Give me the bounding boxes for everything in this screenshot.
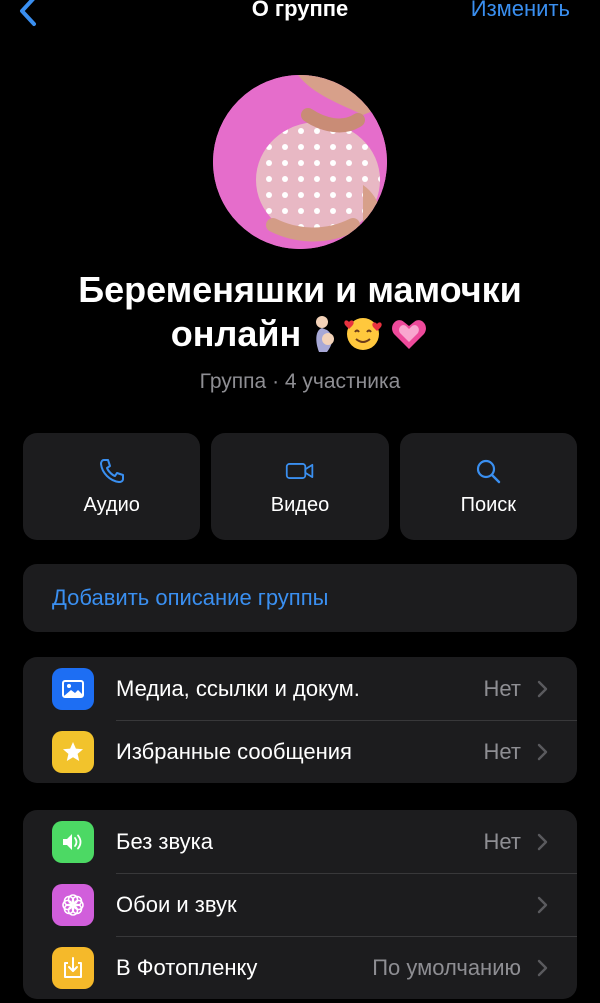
row-wallpaper[interactable]: Обои и звук — [23, 873, 577, 936]
avatar-image — [213, 75, 387, 249]
row-label: Обои и звук — [116, 891, 237, 917]
row-save-to-camera-roll[interactable]: В Фотопленку По умолчанию — [23, 936, 577, 999]
search-icon — [477, 459, 501, 484]
sparkling-heart-emoji-icon — [392, 320, 427, 349]
add-description-card[interactable]: Добавить описание группы — [23, 564, 577, 632]
group-title-line2: онлайн — [170, 313, 302, 354]
search-label: Поиск — [460, 494, 517, 516]
star-icon — [52, 730, 94, 773]
smiling-face-hearts-emoji-icon — [344, 318, 382, 350]
speaker-icon — [52, 820, 94, 863]
row-value: Нет — [483, 828, 521, 854]
row-value: Нет — [483, 675, 521, 701]
row-value: По умолчанию — [372, 954, 521, 980]
search-button[interactable]: Поиск — [399, 433, 577, 540]
group-title: Беременяшки и мамочки онлайн — [20, 268, 580, 356]
group-subtitle: Группа · 4 участника — [199, 370, 401, 393]
phone-icon — [99, 459, 124, 483]
row-label: В Фотопленку — [116, 954, 258, 980]
video-button[interactable]: Видео — [211, 433, 389, 540]
audio-label: Аудио — [83, 494, 140, 516]
row-mute[interactable]: Без звука Нет — [23, 810, 577, 873]
row-label: Без звука — [116, 828, 214, 854]
download-icon — [52, 946, 94, 989]
group-avatar[interactable] — [213, 75, 387, 249]
chevron-right-icon — [537, 959, 548, 976]
media-favorites-group: Медиа, ссылки и докум. Нет Избранные соо… — [23, 657, 577, 783]
row-label: Медиа, ссылки и докум. — [116, 675, 360, 701]
chevron-right-icon — [537, 743, 548, 760]
group-title-line1: Беременяшки и мамочки — [78, 269, 522, 310]
add-description-link[interactable]: Добавить описание группы — [52, 585, 328, 611]
notifications-group: Без звука Нет Обои и звук В Фотопленку П… — [23, 810, 577, 999]
row-value: Нет — [483, 738, 521, 764]
video-label: Видео — [270, 494, 330, 516]
chevron-right-icon — [537, 833, 548, 850]
photo-icon — [52, 667, 94, 710]
audio-button[interactable]: Аудио — [23, 433, 201, 540]
pregnant-woman-emoji-icon — [316, 316, 335, 352]
chevron-right-icon — [537, 896, 548, 913]
row-media[interactable]: Медиа, ссылки и докум. Нет — [23, 657, 577, 720]
flower-icon — [52, 883, 94, 926]
video-camera-icon — [285, 463, 314, 479]
chevron-right-icon — [537, 680, 548, 697]
row-label: Избранные сообщения — [116, 738, 352, 764]
row-favorites[interactable]: Избранные сообщения Нет — [23, 720, 577, 783]
edit-button[interactable]: Изменить — [471, 0, 570, 22]
navigation-bar: О группе Изменить — [0, 0, 600, 30]
action-buttons: Аудио Видео Поиск — [23, 433, 577, 540]
